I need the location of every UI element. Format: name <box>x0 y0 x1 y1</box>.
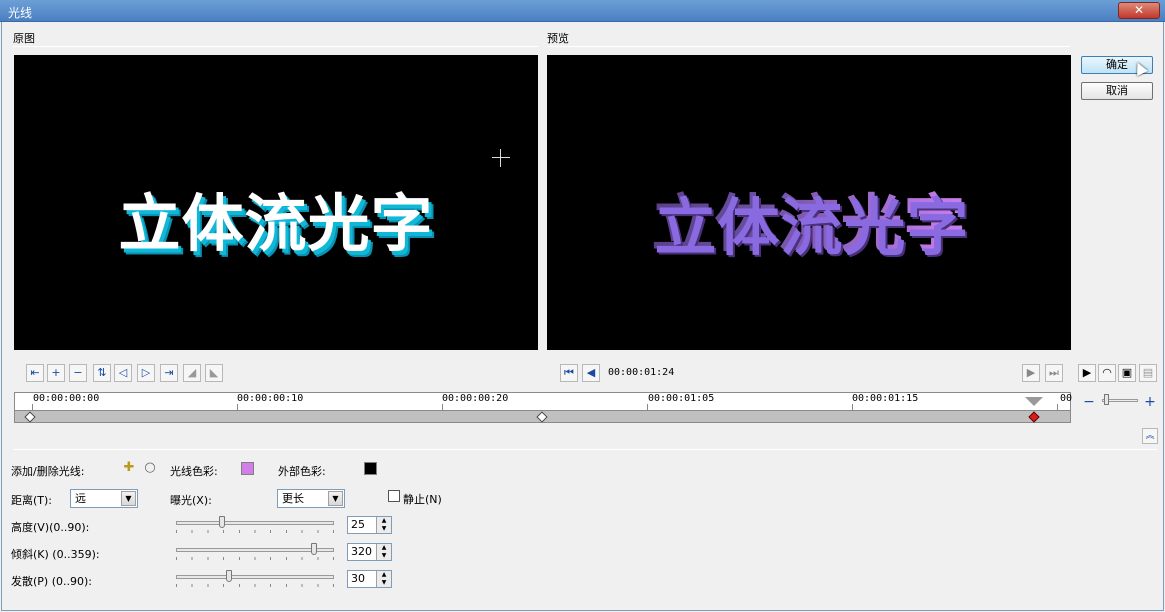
distance-label: 距离(T): <box>11 494 53 507</box>
window-title: 光线 <box>8 6 33 20</box>
preview-label: 预览 <box>547 32 569 45</box>
remove-keyframe-icon[interactable]: − <box>69 364 87 382</box>
original-view[interactable]: 立体流光字 <box>14 55 538 350</box>
title-bar: 光线 ✕ <box>0 0 1165 22</box>
move-keyframe-right-icon[interactable]: ▷ <box>137 364 155 382</box>
add-remove-light-label: 添加/删除光线: <box>11 465 85 478</box>
outer-color-label: 外部色彩: <box>278 465 326 478</box>
play-icon[interactable]: ▶ <box>1078 364 1096 382</box>
step-forward-icon[interactable]: ▶ <box>1022 364 1040 382</box>
spin-up-icon[interactable]: ▲ <box>376 517 391 525</box>
exposure-value: 更长 <box>282 492 304 505</box>
tilt-spinbox[interactable]: 320 ▲ ▼ <box>347 543 392 561</box>
spread-value: 30 <box>351 572 365 585</box>
zoom-out-icon[interactable]: − <box>1080 394 1098 412</box>
cancel-button[interactable]: 取消 <box>1081 82 1153 100</box>
zoom-in-icon[interactable]: + <box>1141 394 1159 412</box>
spin-down-icon[interactable]: ▼ <box>376 525 391 533</box>
tilt-slider[interactable] <box>176 543 334 561</box>
close-button[interactable]: ✕ <box>1118 2 1160 19</box>
ruler-label: 00:00:00:00 <box>33 393 100 404</box>
outer-color-swatch[interactable] <box>364 462 377 475</box>
ruler-label: 00:00:00:20 <box>442 393 509 404</box>
tilt-label: 倾斜(K) (0..359): <box>11 548 100 561</box>
original-overlay-text: 立体流光字 <box>118 187 434 260</box>
add-light-icon[interactable]: ✚ <box>120 460 138 478</box>
divider <box>13 46 538 47</box>
original-label: 原图 <box>13 32 35 45</box>
static-checkbox[interactable] <box>388 490 400 502</box>
spin-down-icon[interactable]: ▼ <box>376 579 391 587</box>
spread-slider[interactable] <box>176 570 334 588</box>
tilt-value: 320 <box>351 545 372 558</box>
slider-thumb[interactable] <box>226 570 232 582</box>
goto-end-icon[interactable]: ⏭ <box>1045 364 1063 382</box>
light-color-label: 光线色彩: <box>170 465 218 478</box>
timecode-display: 00:00:01:24 <box>608 367 675 378</box>
move-keyframe-left-icon[interactable]: ◁ <box>114 364 132 382</box>
preview-view: 立体流光字 <box>547 55 1071 350</box>
chevron-down-icon[interactable]: ▼ <box>328 491 343 506</box>
zoom-slider-thumb[interactable] <box>1104 394 1109 405</box>
spin-up-icon[interactable]: ▲ <box>376 571 391 579</box>
spread-label: 发散(P) (0..90): <box>11 575 92 588</box>
collapse-panel-icon[interactable]: ︽ <box>1142 428 1158 444</box>
height-slider[interactable] <box>176 516 334 534</box>
goto-start-icon[interactable]: ⏮ <box>560 364 578 382</box>
spin-up-icon[interactable]: ▲ <box>376 544 391 552</box>
height-value: 25 <box>351 518 365 531</box>
exposure-label: 曝光(X): <box>170 494 212 507</box>
light-color-swatch[interactable] <box>241 462 254 475</box>
ruler-label: 00:00:00:10 <box>237 393 304 404</box>
slider-ticks <box>176 584 334 587</box>
distance-value: 远 <box>75 492 86 505</box>
chevron-down-icon[interactable]: ▼ <box>121 491 136 506</box>
slider-ticks <box>176 557 334 560</box>
divider <box>547 46 1070 47</box>
add-keyframe-icon[interactable]: + <box>47 364 65 382</box>
crosshair-icon <box>492 149 510 167</box>
slider-rail <box>176 521 334 525</box>
ruler-label: 00:00:01:05 <box>648 393 715 404</box>
goto-next-keyframe-icon[interactable]: ⇥ <box>160 364 178 382</box>
ruler-label: 00:00:01:15 <box>852 393 919 404</box>
slider-thumb[interactable] <box>219 516 225 528</box>
slider-rail <box>176 575 334 579</box>
step-back-icon[interactable]: ◀ <box>582 364 600 382</box>
exposure-select[interactable]: 更长 ▼ <box>277 489 345 508</box>
preview-monitor-icon[interactable]: ▣ <box>1118 364 1136 382</box>
playhead-icon[interactable] <box>1025 397 1043 406</box>
slider-ticks <box>176 530 334 533</box>
preview-overlay-text: 立体流光字 <box>547 173 1071 263</box>
slider-thumb[interactable] <box>311 543 317 555</box>
height-spinbox[interactable]: 25 ▲ ▼ <box>347 516 392 534</box>
ease-in-icon[interactable]: ◢ <box>183 364 201 382</box>
spread-spinbox[interactable]: 30 ▲ ▼ <box>347 570 392 588</box>
height-label: 高度(V)(0..90): <box>11 521 90 534</box>
static-label: 静止(N) <box>403 493 442 506</box>
remove-light-icon[interactable]: ○ <box>141 460 159 478</box>
distance-select[interactable]: 远 ▼ <box>70 489 138 508</box>
divider <box>13 449 1157 450</box>
goto-previous-keyframe-icon[interactable]: ⇤ <box>26 364 44 382</box>
ruler-label: 00 <box>1060 393 1073 404</box>
device-icon[interactable]: ▤ <box>1139 364 1157 382</box>
keyframe-timeline[interactable]: 00:00:00:00 00:00:00:10 00:00:00:20 00:0… <box>14 392 1073 423</box>
speed-gauge-icon[interactable]: ◠ <box>1098 364 1116 382</box>
spin-down-icon[interactable]: ▼ <box>376 552 391 560</box>
reverse-keyframes-icon[interactable]: ⇅ <box>93 364 111 382</box>
ease-out-icon[interactable]: ◣ <box>205 364 223 382</box>
